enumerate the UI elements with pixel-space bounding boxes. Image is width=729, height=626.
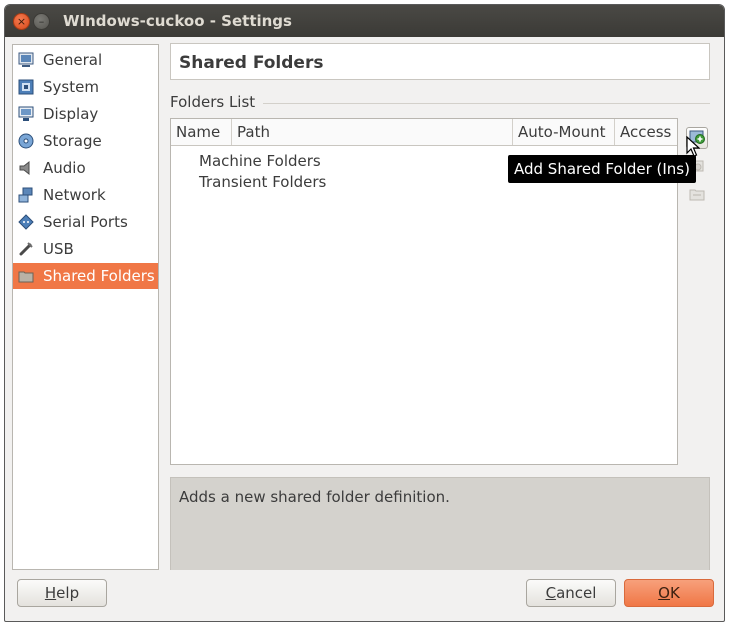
sidebar-item-label: System <box>43 78 99 96</box>
storage-icon <box>17 132 35 150</box>
sidebar-item-usb[interactable]: USB <box>13 236 158 262</box>
sidebar-item-serial-ports[interactable]: Serial Ports <box>13 209 158 235</box>
tree-item-transient-folders[interactable]: Transient Folders <box>199 173 326 191</box>
audio-icon <box>17 159 35 177</box>
usb-icon <box>17 240 35 258</box>
page-header: Shared Folders <box>170 43 710 80</box>
table-header: Name Path Auto-Mount Access <box>171 119 677 146</box>
sidebar-item-label: Storage <box>43 132 102 150</box>
ok-button[interactable]: OK <box>624 579 714 607</box>
help-label: Help <box>44 584 80 602</box>
description-text: Adds a new shared folder definition. <box>179 488 450 506</box>
mouse-cursor-icon <box>686 135 701 162</box>
sidebar-item-label: USB <box>43 240 74 258</box>
sidebar-item-general[interactable]: General <box>13 47 158 73</box>
description-panel: Adds a new shared folder definition. <box>170 477 710 570</box>
minimize-button[interactable]: – <box>33 13 50 30</box>
group-divider <box>263 103 710 104</box>
cancel-label: Cancel <box>545 584 597 602</box>
shared-folders-icon <box>17 267 35 285</box>
system-icon <box>17 78 35 96</box>
window-title: WIndows-cuckoo - Settings <box>63 12 292 30</box>
close-button[interactable]: × <box>13 13 30 30</box>
column-header-access[interactable]: Access <box>615 119 678 145</box>
network-icon <box>17 186 35 204</box>
column-header-path[interactable]: Path <box>232 119 513 145</box>
sidebar-item-display[interactable]: Display <box>13 101 158 127</box>
column-header-name[interactable]: Name <box>171 119 232 145</box>
serial-ports-icon <box>17 213 35 231</box>
sidebar-item-storage[interactable]: Storage <box>13 128 158 154</box>
sidebar-item-system[interactable]: System <box>13 74 158 100</box>
general-icon <box>17 51 35 69</box>
sidebar-item-label: Audio <box>43 159 86 177</box>
sidebar-item-label: Network <box>43 186 106 204</box>
sidebar-item-shared-folders[interactable]: Shared Folders <box>13 263 158 289</box>
sidebar-item-network[interactable]: Network <box>13 182 158 208</box>
remove-shared-folder-button[interactable] <box>686 185 708 207</box>
folders-list-label: Folders List <box>170 93 256 111</box>
cancel-button[interactable]: Cancel <box>526 579 616 607</box>
settings-sidebar: General System Display Storage Audio Net… <box>12 44 159 570</box>
close-icon: × <box>16 15 27 28</box>
title-bar: × – WIndows-cuckoo - Settings <box>5 5 724 37</box>
tree-item-machine-folders[interactable]: Machine Folders <box>199 152 321 170</box>
sidebar-item-audio[interactable]: Audio <box>13 155 158 181</box>
page-title: Shared Folders <box>179 53 324 73</box>
help-button[interactable]: Help <box>17 579 107 607</box>
sidebar-item-label: Display <box>43 105 99 123</box>
sidebar-item-label: Serial Ports <box>43 213 128 231</box>
display-icon <box>17 105 35 123</box>
sidebar-item-label: Shared Folders <box>43 267 155 285</box>
ok-label: OK <box>658 584 680 602</box>
column-header-auto-mount[interactable]: Auto-Mount <box>513 119 615 145</box>
sidebar-item-label: General <box>43 51 103 69</box>
tooltip-add-shared-folder: Add Shared Folder (Ins) <box>508 155 696 183</box>
remove-folder-icon <box>689 186 705 206</box>
minimize-icon: – <box>38 15 45 28</box>
